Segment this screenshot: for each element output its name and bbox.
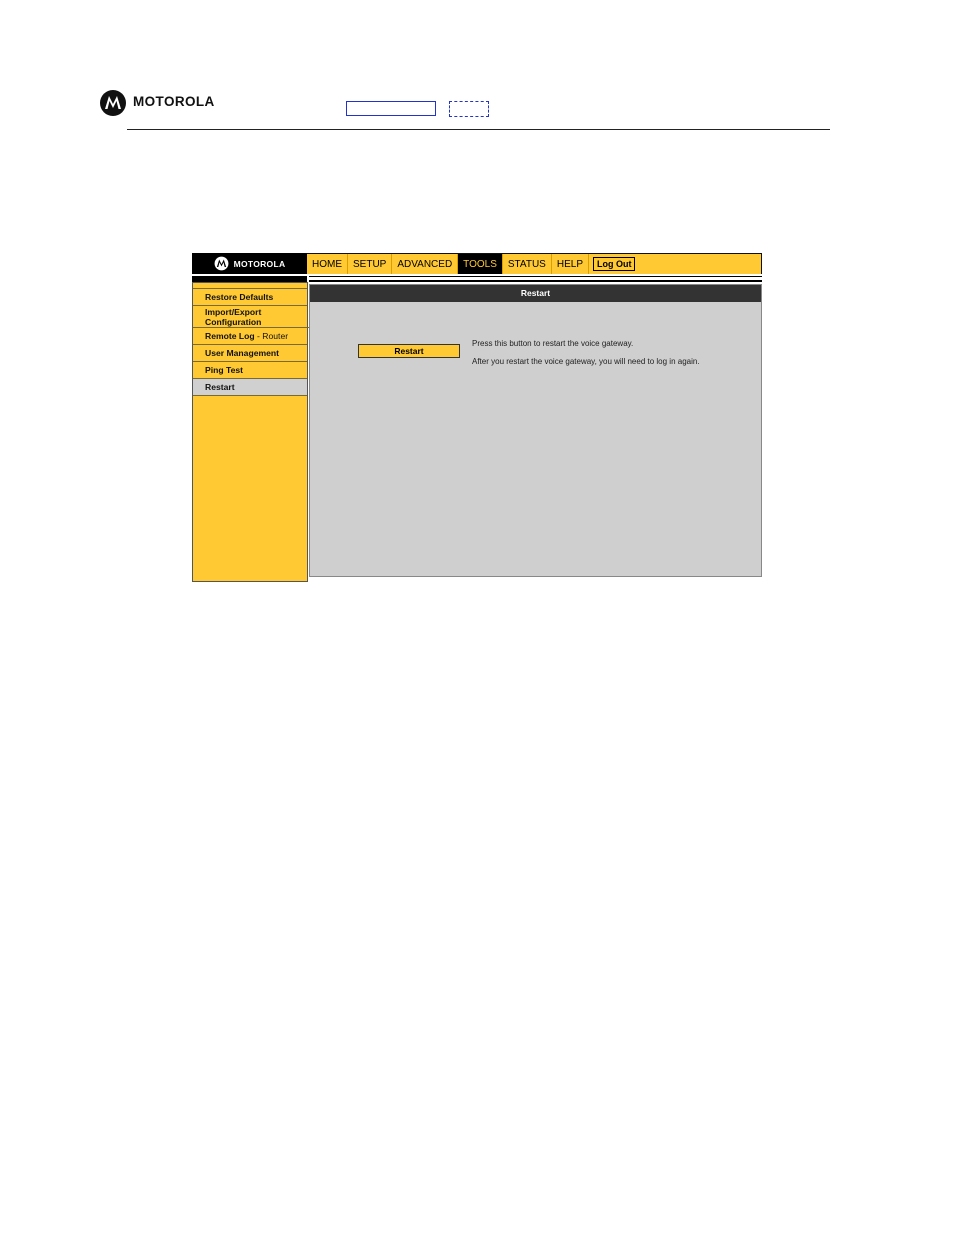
restart-button[interactable]: Restart <box>358 344 460 358</box>
sidebar: Restore Defaults Import/Export Configura… <box>192 282 309 582</box>
sidebar-item-remote-log[interactable]: Remote Log - Router <box>193 328 307 345</box>
ui-brand-text: MOTOROLA <box>233 258 286 269</box>
page-title: Restart <box>310 285 761 302</box>
restart-description: Press this button to restart the voice g… <box>472 339 634 348</box>
sidebar-item-label: Ping Test <box>205 365 244 375</box>
tab-setup[interactable]: SETUP <box>348 254 393 274</box>
sidebar-item-user-management[interactable]: User Management <box>193 345 307 362</box>
sidebar-item-import-export[interactable]: Import/Export Configuration <box>193 306 309 328</box>
sidebar-item-restart[interactable]: Restart <box>193 379 307 396</box>
doc-link-dashed-box[interactable] <box>449 101 489 117</box>
sidebar-item-restore-defaults[interactable]: Restore Defaults <box>193 289 307 306</box>
sidebar-item-label: Remote Log <box>205 331 255 341</box>
sidebar-item-label: Restart <box>205 382 235 392</box>
motorola-logo-icon <box>100 90 126 116</box>
tab-advanced[interactable]: ADVANCED <box>392 254 459 274</box>
sidebar-item-label: Restore Defaults <box>205 292 274 302</box>
sidebar-item-label: Import/Export Configuration <box>205 307 262 327</box>
sidebar-item-label: User Management <box>205 348 280 358</box>
tab-home[interactable]: HOME <box>307 254 348 274</box>
content-panel: Restart Restart Press this button to res… <box>309 284 762 577</box>
restart-note: After you restart the voice gateway, you… <box>472 357 700 366</box>
logout-button[interactable]: Log Out <box>592 257 636 271</box>
doc-brand-text: MOTOROLA <box>133 94 215 109</box>
motorola-logo-icon <box>214 256 229 271</box>
top-nav: HOME SETUP ADVANCED TOOLS STATUS HELP Lo… <box>307 253 762 274</box>
tab-help[interactable]: HELP <box>552 254 589 274</box>
tab-tools[interactable]: TOOLS <box>458 254 503 274</box>
tab-status[interactable]: STATUS <box>503 254 552 274</box>
sidebar-item-sublabel: - Router <box>254 331 289 341</box>
ui-brand-bar: MOTOROLA <box>192 253 307 274</box>
sidebar-item-ping-test[interactable]: Ping Test <box>193 362 307 379</box>
doc-link-box[interactable] <box>346 101 436 116</box>
doc-header-rule <box>127 129 830 130</box>
router-ui-frame: MOTOROLA HOME SETUP ADVANCED TOOLS STATU… <box>192 253 762 582</box>
